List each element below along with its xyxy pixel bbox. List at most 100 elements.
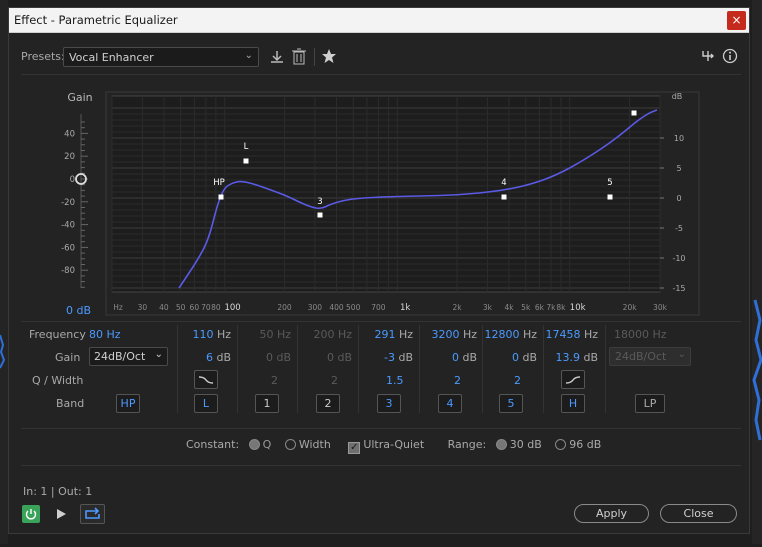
band2-gain-value: 0 [326, 351, 334, 364]
band-handle-l[interactable] [243, 158, 249, 164]
h-frequency-field[interactable]: 17458 Hz [545, 328, 598, 341]
window-title: Effect - Parametric Equalizer [14, 13, 178, 27]
band-2-button[interactable]: 2 [316, 394, 340, 413]
window-close-button[interactable]: × [727, 11, 746, 30]
lp-frequency-value: 18000 [614, 328, 649, 341]
gain-tick-label: 0 [70, 175, 75, 185]
band-handle-3[interactable] [317, 212, 323, 218]
play-icon[interactable] [55, 508, 67, 520]
band-handle-label: 4 [501, 178, 506, 188]
frequency-axis: Hz 30 40 50 60 70 80 100 200 300 400 500 700 1k 2k 3k 4k… [113, 303, 667, 313]
band2-frequency-field[interactable]: 200 Hz [299, 328, 352, 341]
band-handle-h[interactable] [631, 110, 637, 116]
db-tick-label: 10 [674, 134, 684, 143]
band-3-button[interactable]: 3 [377, 394, 401, 413]
band-handle-5[interactable] [607, 194, 613, 200]
frequency-tick-label: 300 [308, 303, 323, 312]
unit-label: dB [583, 351, 598, 364]
constant-label: Constant: [186, 438, 240, 451]
hp-frequency-unit: Hz [106, 328, 121, 341]
gain-value[interactable]: 0 dB [66, 304, 91, 316]
band3-q-value[interactable]: 1.5 [386, 374, 404, 387]
band-4-button[interactable]: 4 [438, 394, 462, 413]
band3-gain-field[interactable]: -3 dB [360, 351, 413, 364]
band-1-button[interactable]: 1 [255, 394, 279, 413]
band1-frequency-field[interactable]: 50 Hz [239, 328, 291, 341]
l-shelf-type-button[interactable] [194, 370, 218, 389]
band-handle-label: 5 [607, 178, 612, 188]
presets-value: Vocal Enhancer [69, 51, 154, 64]
band1-gain-field[interactable]: 0 dB [239, 351, 291, 364]
band5-gain-field[interactable]: 0 dB [484, 351, 537, 364]
gain-tick-label: -40 [61, 221, 75, 231]
band-handle-4[interactable] [501, 194, 507, 200]
radio-icon [248, 439, 260, 450]
l-frequency-field[interactable]: 110 Hz [179, 328, 231, 341]
hp-frequency-field[interactable]: 80 Hz [89, 328, 138, 341]
save-preset-icon[interactable] [269, 49, 285, 65]
radio-icon [555, 439, 567, 450]
constant-width-radio[interactable]: Width [284, 438, 331, 451]
info-icon[interactable] [722, 48, 738, 64]
band5-frequency-field[interactable]: 12800 Hz [484, 328, 537, 341]
band4-gain-field[interactable]: 0 dB [421, 351, 477, 364]
chevron-down-icon: ⌄ [154, 349, 163, 360]
lp-frequency-field[interactable]: 18000 Hz [614, 328, 667, 341]
band5-q-value[interactable]: 2 [514, 374, 521, 387]
range-30db-label: 30 dB [509, 438, 542, 451]
band3-frequency-field[interactable]: 291 Hz [360, 328, 413, 341]
band2-frequency-value: 200 [313, 328, 335, 341]
q-width-row-label: Q / Width [32, 374, 84, 387]
power-toggle-button[interactable] [22, 505, 40, 523]
constant-q-radio[interactable]: Q [248, 438, 271, 451]
h-gain-field[interactable]: 13.9 dB [545, 351, 598, 364]
db-axis: 10 5 0 -5 -10 -15 [660, 134, 686, 293]
band-handle-hp[interactable] [218, 194, 224, 200]
title-bar[interactable]: Effect - Parametric Equalizer × [9, 8, 749, 33]
radio-icon [495, 439, 507, 450]
l-gain-field[interactable]: 6 dB [179, 351, 231, 364]
band1-q-value[interactable]: 2 [271, 374, 278, 387]
band4-frequency-field[interactable]: 3200 Hz [421, 328, 477, 341]
star-icon[interactable] [321, 48, 337, 64]
delete-preset-icon[interactable] [292, 48, 306, 65]
band4-q-value[interactable]: 2 [454, 374, 461, 387]
lp-slope-dropdown[interactable]: 24dB/Oct ⌄ [609, 347, 691, 366]
gain-slider-ticks [81, 121, 88, 288]
unit-label: dB [337, 351, 352, 364]
unit-label: Hz [652, 328, 667, 341]
frequency-tick-label: 3k [483, 303, 493, 312]
unit-label: Hz [398, 328, 413, 341]
apply-button[interactable]: Apply [574, 504, 649, 523]
band2-q-value[interactable]: 2 [331, 374, 338, 387]
gain-tick-label: 40 [64, 129, 75, 139]
waveform-left [0, 334, 6, 369]
presets-dropdown[interactable]: Vocal Enhancer ⌄ [63, 47, 259, 67]
options-row: Constant: Q Width ✓ Ultra-Quiet Range: 30… [186, 438, 601, 454]
band-handle-label: L [244, 142, 249, 152]
gain-tick-label: -20 [61, 198, 75, 208]
band-l-button[interactable]: L [194, 394, 218, 413]
frequency-tick-label: 7k [546, 303, 556, 312]
hp-slope-dropdown[interactable]: 24dB/Oct ⌄ [89, 347, 168, 366]
band-lp-button[interactable]: LP [635, 394, 665, 413]
band2-gain-field[interactable]: 0 dB [299, 351, 352, 364]
range-30db-radio[interactable]: 30 dB [495, 438, 542, 451]
band-hp-button[interactable]: HP [116, 394, 140, 413]
band3-frequency-value: 291 [374, 328, 396, 341]
gain-tick-label: -60 [61, 243, 75, 253]
band-h-button[interactable]: H [561, 394, 585, 413]
close-button[interactable]: Close [660, 504, 737, 523]
band-5-button[interactable]: 5 [499, 394, 523, 413]
range-96db-radio[interactable]: 96 dB [555, 438, 601, 451]
eq-graph[interactable]: Gain 40200-20-40-60-80 0 dB Hz 30 40 50 60 70… [9, 88, 751, 316]
routing-icon[interactable] [701, 49, 715, 63]
io-channels-label: In: 1 | Out: 1 [23, 485, 93, 498]
range-96db-label: 96 dB [569, 438, 602, 451]
h-shelf-type-button[interactable] [561, 370, 585, 389]
band3-gain-value: -3 [384, 351, 395, 364]
hp-frequency-value: 80 [89, 328, 103, 341]
ultra-quiet-checkbox[interactable]: ✓ Ultra-Quiet [348, 438, 424, 454]
loop-toggle-button[interactable] [80, 504, 105, 524]
band-handle-label: HP [213, 178, 225, 188]
